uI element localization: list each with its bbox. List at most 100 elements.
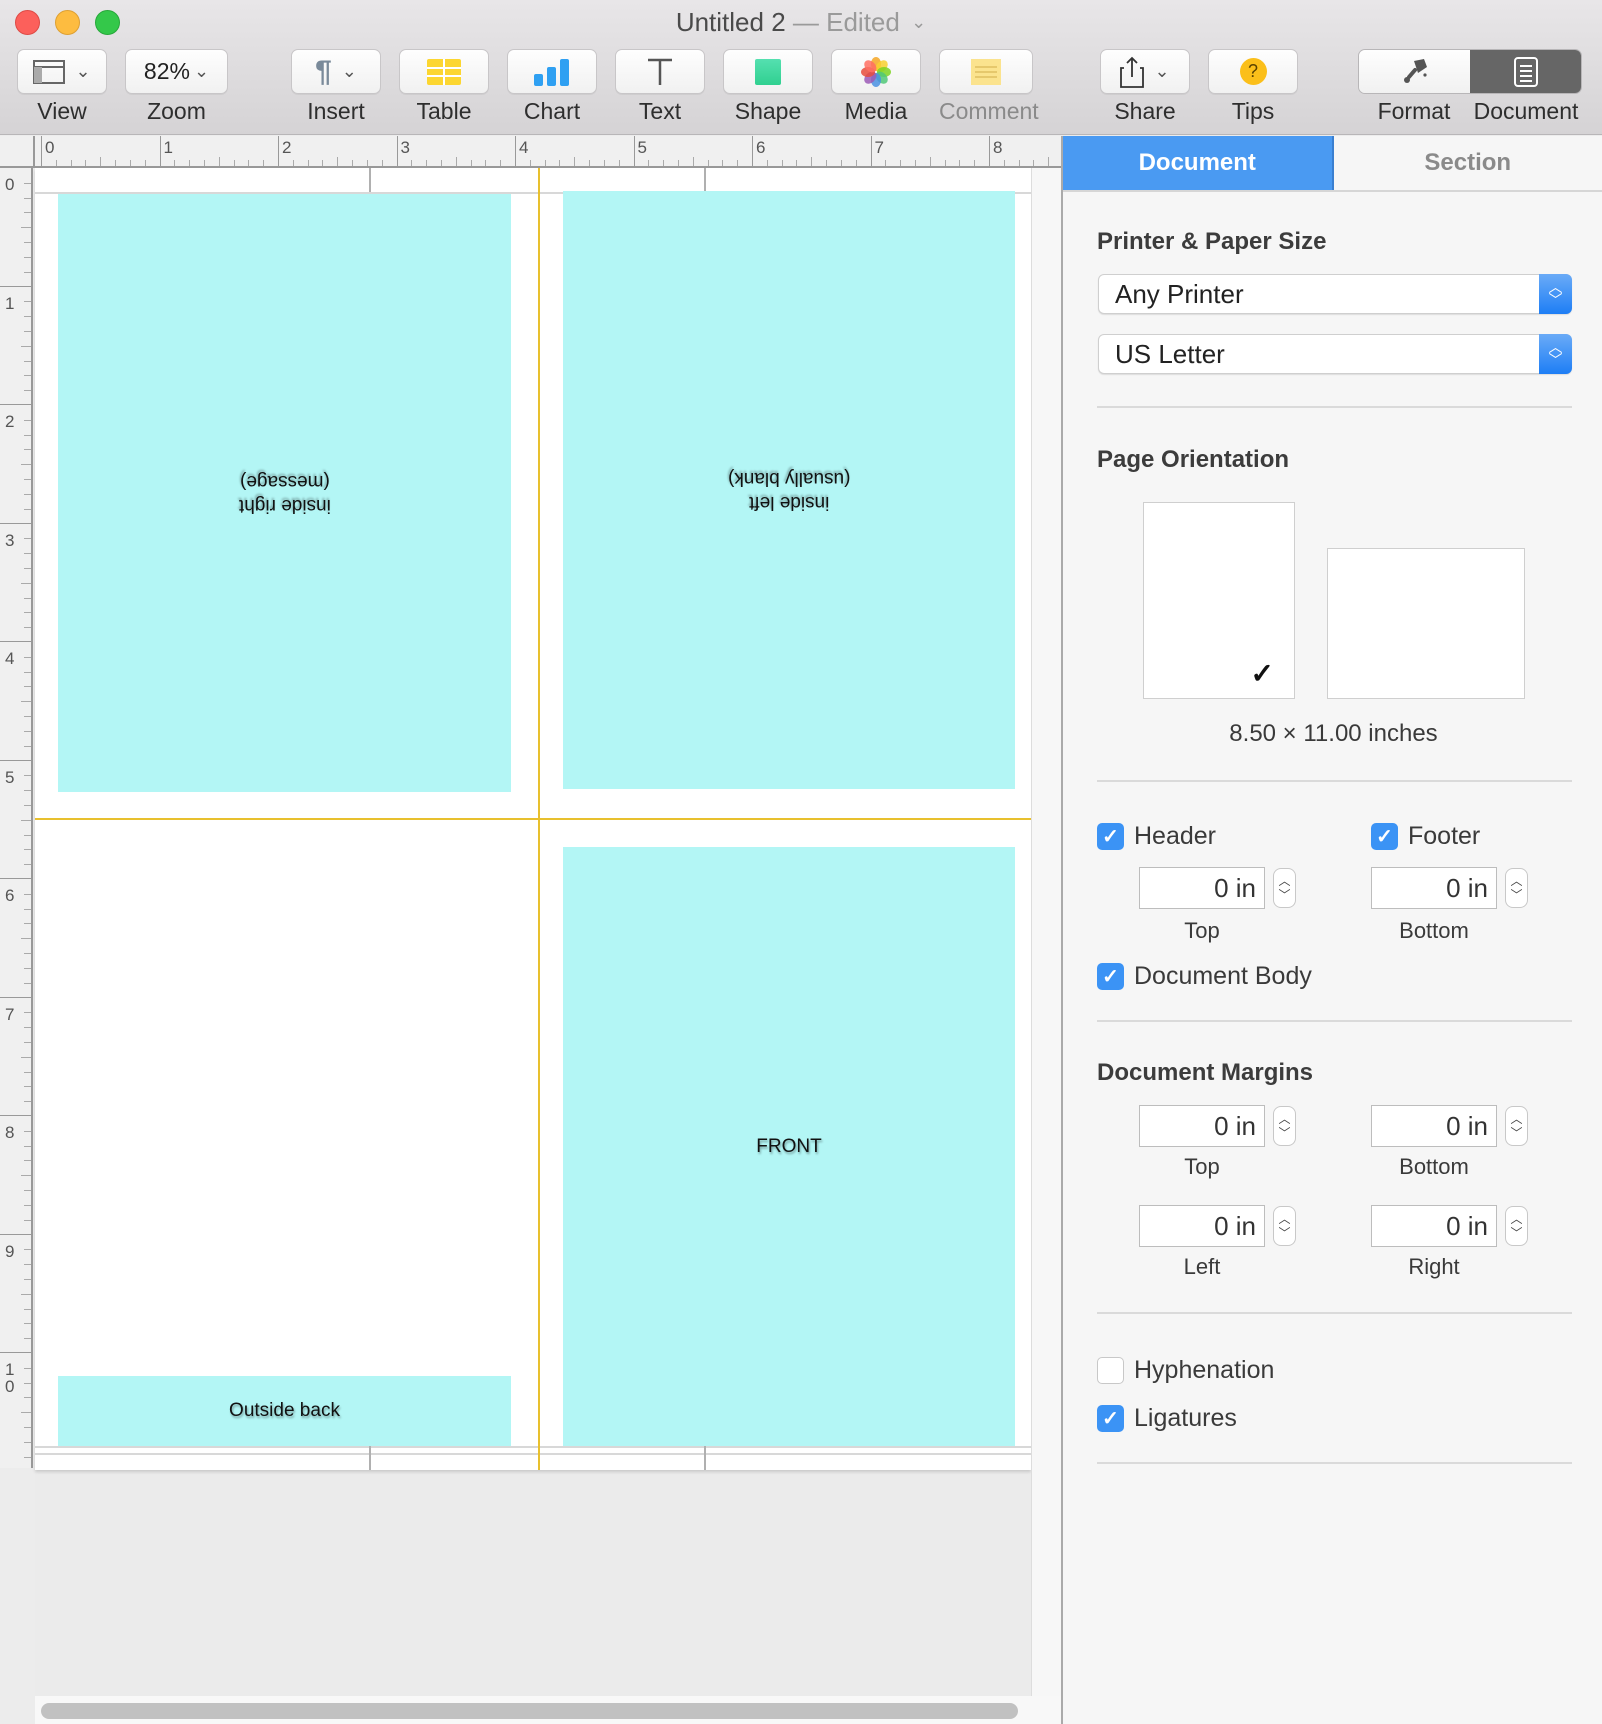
ruler-minor-tick	[900, 160, 902, 166]
tips-control[interactable]: ? Tips	[1208, 49, 1298, 125]
landscape-orientation-option[interactable]	[1327, 548, 1525, 699]
media-button[interactable]	[831, 49, 921, 94]
shape-control[interactable]: Shape	[723, 49, 813, 125]
ruler-label: 7	[5, 1004, 15, 1024]
table-label: Table	[416, 98, 472, 124]
ruler-major-tick	[0, 759, 31, 761]
ruler-minor-tick	[263, 160, 265, 166]
ruler-minor-tick	[24, 1264, 31, 1266]
ligatures-checkbox[interactable]: ✓	[1097, 1405, 1124, 1432]
section-divider	[1097, 1020, 1572, 1022]
view-button[interactable]: ⌄	[17, 49, 107, 94]
header-checkbox[interactable]: ✓	[1097, 823, 1124, 850]
margin-top-field[interactable]: 0 in	[1139, 1105, 1265, 1147]
ruler-minor-tick	[1003, 160, 1005, 166]
scrollbar-thumb[interactable]	[41, 1703, 1018, 1719]
format-button[interactable]	[1359, 50, 1470, 93]
media-control[interactable]: Media	[831, 49, 921, 125]
ruler-minor-tick	[24, 182, 31, 184]
ruler-minor-tick	[55, 160, 57, 166]
comment-button[interactable]	[939, 49, 1033, 94]
ruler-minor-tick	[85, 160, 87, 166]
inspector-toggle[interactable]: Format Document	[1358, 49, 1582, 125]
ruler-minor-tick	[233, 160, 235, 166]
ruler-minor-tick	[21, 1412, 31, 1414]
ruler-minor-tick	[24, 479, 31, 481]
footer-distance-stepper[interactable]: ︿ ﹀	[1505, 868, 1528, 908]
insert-button[interactable]: ¶ ⌄	[291, 49, 381, 94]
paper-size-select[interactable]: US Letter ︿ ﹀	[1098, 334, 1572, 374]
printer-select[interactable]: Any Printer ︿ ﹀	[1098, 274, 1572, 314]
document-body-checkbox[interactable]: ✓	[1097, 963, 1124, 990]
margin-left-field[interactable]: 0 in	[1139, 1205, 1265, 1247]
comment-control[interactable]: Comment	[939, 49, 1039, 125]
ruler-minor-tick	[24, 1367, 31, 1369]
panel-inside-left[interactable]: inside left (usually blank)	[563, 191, 1015, 789]
ruler-minor-tick	[24, 1397, 31, 1399]
panel-front[interactable]: FRONT	[563, 847, 1015, 1446]
ruler-minor-tick	[574, 157, 576, 166]
table-button[interactable]	[399, 49, 489, 94]
ruler-minor-tick	[470, 160, 472, 166]
header-checkbox-row[interactable]: ✓ Header	[1097, 822, 1216, 851]
portrait-orientation-option[interactable]: ✓	[1143, 502, 1295, 699]
ruler-major-tick	[989, 136, 990, 166]
hyphenation-checkbox[interactable]	[1097, 1357, 1124, 1384]
ruler-minor-tick	[203, 160, 205, 166]
table-control[interactable]: Table	[399, 49, 489, 125]
text-control[interactable]: Text	[615, 49, 705, 125]
ruler-minor-tick	[129, 160, 131, 166]
share-control[interactable]: ⌄ Share	[1100, 49, 1190, 125]
share-button[interactable]: ⌄	[1100, 49, 1190, 94]
margin-top-stepper[interactable]: ︿ ﹀	[1273, 1106, 1296, 1146]
ruler-minor-tick	[24, 908, 31, 910]
ruler-major-tick	[0, 878, 31, 879]
footer-boundary	[35, 1446, 1031, 1448]
ruler-label: 1	[5, 293, 15, 313]
text-icon	[648, 58, 672, 85]
chart-control[interactable]: Chart	[507, 49, 597, 125]
margin-left-stepper[interactable]: ︿ ﹀	[1273, 1206, 1296, 1246]
share-icon	[1120, 56, 1145, 88]
header-distance-field[interactable]: 0 in	[1139, 867, 1265, 909]
shape-button[interactable]	[723, 49, 813, 94]
panel-outside-back-text: Outside back	[229, 1400, 340, 1421]
panel-inside-right[interactable]: inside right (message)	[58, 194, 511, 792]
zoom-control[interactable]: 82% ⌄ Zoom	[125, 49, 228, 125]
margin-right-stepper[interactable]: ︿ ﹀	[1505, 1206, 1528, 1246]
footer-checkbox-row[interactable]: ✓ Footer	[1371, 822, 1480, 851]
margin-bottom-stepper[interactable]: ︿ ﹀	[1505, 1106, 1528, 1146]
ruler-minor-tick	[24, 982, 31, 984]
page[interactable]: inside right (message) inside left (usua…	[35, 168, 1031, 1470]
ruler-minor-tick	[24, 1249, 31, 1251]
panel-outside-back[interactable]: Outside back	[58, 1376, 511, 1446]
ruler-minor-tick	[618, 160, 620, 166]
document-canvas[interactable]: inside right (message) inside left (usua…	[35, 168, 1031, 1696]
header-distance-stepper[interactable]: ︿ ﹀	[1273, 868, 1296, 908]
text-button[interactable]	[615, 49, 705, 94]
ligatures-checkbox-row[interactable]: ✓ Ligatures	[1097, 1404, 1237, 1433]
margin-bottom-field[interactable]: 0 in	[1371, 1105, 1497, 1147]
vertical-ruler[interactable]: 0 1 2 3 4 5 6 7 8 9 10	[0, 168, 33, 1468]
margin-right-field[interactable]: 0 in	[1371, 1205, 1497, 1247]
chart-button[interactable]	[507, 49, 597, 94]
ruler-minor-tick	[24, 1323, 31, 1325]
tab-section[interactable]: Section	[1334, 136, 1602, 190]
ruler-minor-tick	[737, 160, 739, 166]
view-control[interactable]: ⌄ View	[17, 49, 107, 125]
hyphenation-checkbox-row[interactable]: Hyphenation	[1097, 1356, 1274, 1385]
zoom-select[interactable]: 82% ⌄	[125, 49, 228, 94]
document-body-checkbox-row[interactable]: ✓ Document Body	[1097, 962, 1312, 991]
ruler-minor-tick	[24, 390, 31, 392]
insert-control[interactable]: ¶ ⌄ Insert	[291, 49, 381, 125]
chevron-down-icon: ⌄	[911, 12, 927, 32]
document-inspector-button[interactable]	[1470, 50, 1581, 93]
tips-button[interactable]: ?	[1208, 49, 1298, 94]
horizontal-scrollbar[interactable]	[35, 1696, 1061, 1724]
footer-distance-field[interactable]: 0 in	[1371, 867, 1497, 909]
window-title[interactable]: Untitled 2 — Edited ⌄	[0, 7, 1602, 38]
insert-label: Insert	[307, 98, 365, 124]
footer-checkbox[interactable]: ✓	[1371, 823, 1398, 850]
tab-document[interactable]: Document	[1063, 136, 1334, 190]
horizontal-ruler[interactable]: 0 1 2 3 4 5 6 7 8	[33, 136, 1061, 168]
